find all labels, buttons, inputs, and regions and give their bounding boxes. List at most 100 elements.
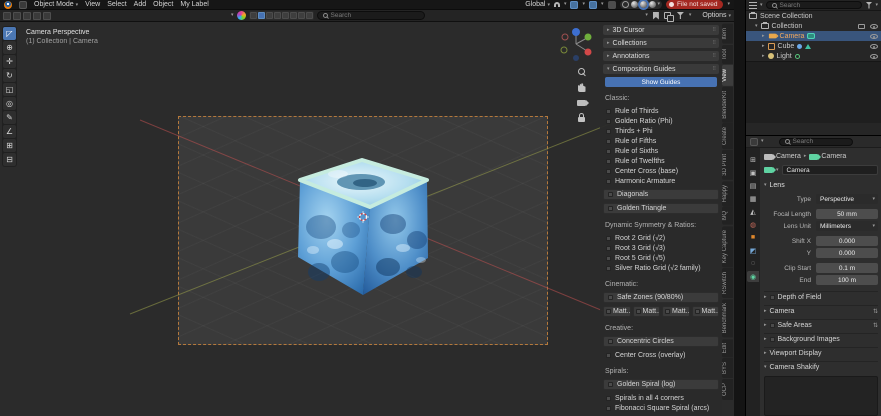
grip-icon[interactable]: ⠿ bbox=[712, 53, 715, 59]
hide-in-viewport-icon[interactable] bbox=[870, 44, 878, 49]
guide-checkbox-row[interactable]: Spirals in all 4 corners bbox=[603, 393, 719, 403]
matte-checkbox[interactable]: Matt... bbox=[633, 306, 661, 317]
chevron-down-icon[interactable]: ▾ bbox=[689, 13, 692, 18]
guide-checkbox-row-boxed[interactable]: Golden Triangle bbox=[603, 203, 719, 214]
panel-section-collapsed[interactable]: ▸ Collections ⠿ bbox=[603, 38, 719, 48]
section-checkbox[interactable] bbox=[770, 323, 775, 328]
layout-icon[interactable] bbox=[23, 12, 31, 20]
asset-type-icon[interactable] bbox=[266, 12, 273, 19]
hide-in-viewport-icon[interactable] bbox=[870, 54, 878, 59]
gizmo-toggle-icon[interactable] bbox=[608, 1, 616, 9]
sidebar-tab[interactable]: Tool bbox=[722, 45, 733, 64]
modifier-icon[interactable] bbox=[797, 44, 802, 49]
guide-checkbox-row[interactable]: Rule of Fifths bbox=[603, 136, 719, 146]
editor-type-icon[interactable] bbox=[750, 138, 758, 146]
sidebar-tab[interactable]: Create bbox=[722, 123, 733, 149]
wireframe-shading-icon[interactable] bbox=[622, 1, 629, 8]
menu-select[interactable]: Select bbox=[107, 1, 126, 8]
toolbar-tool-button[interactable]: ↻ bbox=[3, 69, 16, 82]
file-not-saved-badge[interactable]: File not saved bbox=[666, 0, 723, 9]
proportional-editing-icon[interactable] bbox=[570, 1, 578, 9]
panel-section-composition-guides[interactable]: ▾ Composition Guides ⠿ bbox=[603, 64, 719, 74]
menu-view[interactable]: View bbox=[85, 1, 100, 8]
asset-type-icon[interactable] bbox=[306, 12, 313, 19]
checkbox[interactable] bbox=[608, 339, 613, 344]
editor-type-icon[interactable] bbox=[19, 1, 27, 9]
mesh-data-icon[interactable] bbox=[805, 44, 811, 49]
toolbar-tool-button[interactable]: ⊕ bbox=[3, 41, 16, 54]
solid-shading-icon[interactable] bbox=[631, 1, 638, 8]
snap-magnet-icon[interactable] bbox=[554, 2, 560, 7]
guide-checkbox-row[interactable]: Root 5 Grid (√5) bbox=[603, 253, 719, 263]
chevron-right-icon[interactable]: ▸ bbox=[762, 54, 765, 59]
chevron-right-icon[interactable]: ▸ bbox=[762, 34, 765, 39]
checkbox[interactable] bbox=[608, 206, 613, 211]
matte-checkbox[interactable]: Matt... bbox=[603, 306, 631, 317]
section-checkbox[interactable] bbox=[770, 295, 775, 300]
guide-checkbox-row[interactable]: Golden Ratio (Phi) bbox=[603, 116, 719, 126]
properties-tab[interactable]: ◭ bbox=[747, 206, 759, 217]
toolbar-tool-button[interactable]: ◱ bbox=[3, 83, 16, 96]
asset-type-icon[interactable] bbox=[250, 12, 257, 19]
guide-checkbox-row[interactable]: Center Cross (base) bbox=[603, 166, 719, 176]
guide-checkbox-row-boxed[interactable]: Golden Spiral (log) bbox=[603, 379, 719, 390]
guide-checkbox-row[interactable]: Rule of Twelfths bbox=[603, 156, 719, 166]
checkbox[interactable] bbox=[606, 246, 611, 251]
outliner-empty-area[interactable] bbox=[746, 61, 881, 123]
guide-checkbox-row[interactable]: Center Cross (overlay) bbox=[603, 350, 719, 360]
filter-icon[interactable] bbox=[865, 2, 872, 9]
sidebar-tab[interactable]: BlenderKit bbox=[722, 87, 733, 123]
asset-type-icon[interactable] bbox=[258, 12, 265, 19]
shift-y-field[interactable]: 0.000 bbox=[816, 248, 878, 258]
chevron-right-icon[interactable]: ▸ bbox=[762, 44, 765, 49]
zoom-icon[interactable] bbox=[578, 68, 585, 75]
display-mode-icon[interactable] bbox=[749, 2, 757, 9]
sidebar-tab[interactable]: OCP bbox=[722, 379, 733, 400]
guide-checkbox-row[interactable]: Fibonacci Square Spiral (arcs) bbox=[603, 403, 719, 413]
menu-add[interactable]: Add bbox=[134, 1, 146, 8]
sidebar-tab[interactable]: View bbox=[722, 65, 733, 86]
sidebar-tab[interactable]: Edit bbox=[722, 339, 733, 357]
sidebar-tab[interactable]: 3D Print bbox=[722, 150, 733, 180]
outliner-row-camera[interactable]: ▸ Camera bbox=[746, 31, 881, 41]
show-guides-button[interactable]: Show Guides bbox=[605, 77, 717, 87]
shake-list-box[interactable] bbox=[764, 376, 878, 416]
bookmark-icon[interactable] bbox=[653, 12, 659, 20]
asset-type-icon[interactable] bbox=[290, 12, 297, 19]
pivot-point-icon[interactable] bbox=[589, 1, 597, 9]
panel-section-collapsed[interactable]: ▸ Annotations ⠿ bbox=[603, 51, 719, 61]
ice-cube-object[interactable] bbox=[293, 152, 433, 304]
properties-tab[interactable]: ◌ bbox=[747, 258, 759, 269]
toolbar-tool-button[interactable]: ⊟ bbox=[3, 153, 16, 166]
properties-tab[interactable]: ◍ bbox=[747, 219, 759, 230]
checkbox[interactable] bbox=[606, 169, 611, 174]
checkbox[interactable] bbox=[606, 309, 611, 314]
guide-checkbox-row[interactable]: Rule of Thirds bbox=[603, 106, 719, 116]
menu-my-label[interactable]: My Label bbox=[180, 1, 208, 8]
toolbar-tool-button[interactable]: ⊞ bbox=[3, 139, 16, 152]
properties-tab[interactable]: ◉ bbox=[747, 271, 759, 282]
panel-section-collapsed[interactable]: ▸ 3D Cursor ⠿ bbox=[603, 25, 719, 35]
light-data-icon[interactable] bbox=[795, 54, 800, 59]
chevron-down-icon[interactable]: ▾ bbox=[231, 13, 234, 18]
camera-shakify-section-header[interactable]: ▾ Camera Shakify bbox=[764, 361, 878, 373]
checkbox[interactable] bbox=[606, 159, 611, 164]
checkbox[interactable] bbox=[606, 179, 611, 184]
blenderkit-logo-icon[interactable] bbox=[237, 11, 246, 20]
layout-icon[interactable] bbox=[13, 12, 21, 20]
outliner-row-cube[interactable]: ▸ Cube bbox=[746, 41, 881, 51]
checkbox[interactable] bbox=[606, 256, 611, 261]
animate-property-icon[interactable]: ⇅ bbox=[873, 322, 878, 329]
asset-type-icon[interactable] bbox=[282, 12, 289, 19]
checkbox[interactable] bbox=[606, 406, 611, 411]
guide-checkbox-row[interactable]: Thirds + Phi bbox=[603, 126, 719, 136]
grip-icon[interactable]: ⠿ bbox=[712, 40, 715, 46]
guide-checkbox-row[interactable]: Root 2 Grid (√2) bbox=[603, 233, 719, 243]
properties-tab[interactable]: ◩ bbox=[747, 245, 759, 256]
properties-section-header[interactable]: ▸ Depth of Field ⇅ bbox=[764, 291, 878, 303]
sidebar-tab[interactable]: Key Capture bbox=[722, 226, 733, 267]
guide-checkbox-row-boxed[interactable]: Diagonals bbox=[603, 189, 719, 200]
asset-type-icon[interactable] bbox=[274, 12, 281, 19]
outliner-search-input[interactable]: Search bbox=[766, 1, 863, 9]
checkbox[interactable] bbox=[695, 309, 700, 314]
